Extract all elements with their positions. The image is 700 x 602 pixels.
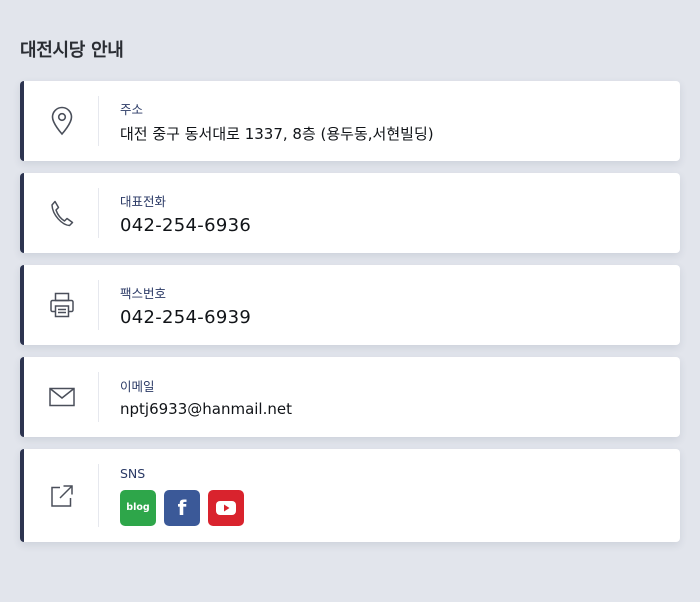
fax-value: 042-254-6939 <box>120 306 252 328</box>
facebook-icon: f <box>177 495 187 520</box>
email-card: 이메일 nptj6933@hanmail.net <box>20 357 680 437</box>
fax-label: 팩스번호 <box>120 285 167 301</box>
contact-info-list: 주소 대전 중구 동서대로 1337, 8층 (용두동,서현빌딩) 대표전화 0… <box>20 81 680 554</box>
sns-card: SNS blog f <box>20 449 680 542</box>
divider <box>98 372 99 422</box>
address-card: 주소 대전 중구 동서대로 1337, 8층 (용두동,서현빌딩) <box>20 81 680 161</box>
phone-value[interactable]: 042-254-6936 <box>120 215 670 236</box>
address-label: 주소 <box>120 101 144 117</box>
divider <box>98 464 99 527</box>
divider <box>98 96 99 146</box>
email-content: 이메일 nptj6933@hanmail.net <box>120 357 670 437</box>
facebook-button[interactable]: f <box>164 489 200 526</box>
printer-icon <box>24 265 100 345</box>
mail-icon <box>24 357 100 437</box>
map-pin-icon <box>24 81 100 161</box>
page-title: 대전시당 안내 <box>20 40 124 61</box>
address-value: 대전 중구 동서대로 1337, 8층 (용두동,서현빌딩) <box>120 124 434 143</box>
youtube-icon <box>216 500 236 515</box>
address-content: 주소 대전 중구 동서대로 1337, 8층 (용두동,서현빌딩) <box>120 81 670 161</box>
fax-card: 팩스번호 042-254-6939 <box>20 265 680 345</box>
blog-icon: blog <box>126 502 150 513</box>
sns-label: SNS <box>120 465 146 481</box>
phone-label: 대표전화 <box>120 193 167 209</box>
phone-card: 대표전화 042-254-6936 <box>20 173 680 253</box>
external-link-icon <box>24 449 100 542</box>
sns-links: blog f <box>120 489 670 526</box>
email-label: 이메일 <box>120 379 155 394</box>
blog-button[interactable]: blog <box>120 489 156 526</box>
divider <box>98 188 99 238</box>
divider <box>98 280 99 330</box>
sns-content: SNS blog f <box>120 449 670 542</box>
phone-content: 대표전화 042-254-6936 <box>120 173 670 253</box>
phone-icon <box>24 173 100 253</box>
youtube-button[interactable] <box>208 489 244 526</box>
fax-content: 팩스번호 042-254-6939 <box>120 265 670 345</box>
email-value[interactable]: nptj6933@hanmail.net <box>120 400 670 418</box>
